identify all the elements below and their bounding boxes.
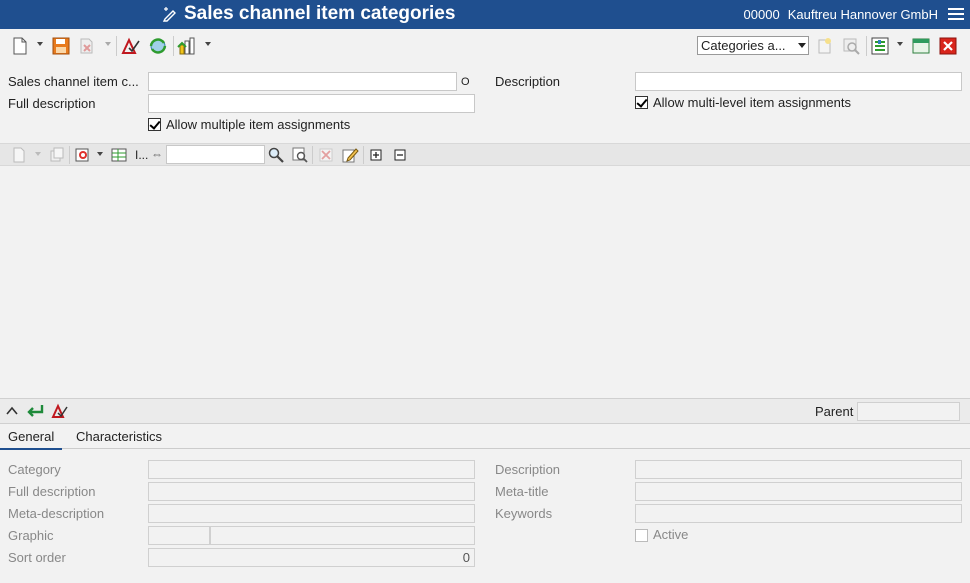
description-field[interactable] [635, 72, 962, 91]
sort-order-field: 0 [148, 548, 475, 567]
settings-icon[interactable] [870, 36, 890, 56]
category-field [148, 460, 475, 479]
new-dropdown-arrow[interactable] [37, 42, 43, 46]
save-icon[interactable] [51, 36, 71, 56]
category-tree[interactable] [0, 166, 970, 398]
parent-field [857, 402, 960, 421]
window-icon[interactable] [911, 36, 931, 56]
tree-new-dropdown-arrow[interactable] [35, 152, 41, 156]
allow-multiple-checkbox[interactable] [148, 118, 161, 131]
tree-indicator-label[interactable]: I... [135, 148, 148, 162]
tree-filter-dropdown-arrow[interactable] [97, 152, 103, 156]
tree-filter-icon[interactable] [73, 145, 93, 165]
allow-multilevel-label: Allow multi-level item assignments [653, 95, 851, 110]
detail-description-field [635, 460, 962, 479]
detail-check-icon[interactable] [50, 401, 70, 421]
tree-new-icon[interactable] [9, 145, 29, 165]
meta-description-field [148, 504, 475, 523]
detail-full-description-label: Full description [8, 484, 96, 499]
hamburger-icon[interactable] [948, 8, 964, 21]
tree-search-icon[interactable] [266, 145, 286, 165]
detail-tabs: General Characteristics [0, 425, 970, 450]
separator [866, 36, 867, 56]
settings-dropdown-arrow[interactable] [897, 42, 903, 46]
keywords-label: Keywords [495, 506, 553, 521]
chevron-down-icon[interactable] [798, 43, 806, 48]
view-select-value: Categories a... [701, 38, 786, 53]
full-description-field[interactable] [148, 94, 475, 113]
graphic-label: Graphic [8, 528, 54, 543]
swap-arrows-icon[interactable]: ⇔ [151, 147, 163, 161]
code-field[interactable] [148, 72, 457, 91]
export-icon[interactable] [177, 36, 197, 56]
allow-multiple-label: Allow multiple item assignments [166, 117, 351, 132]
separator [312, 146, 313, 164]
meta-title-field [635, 482, 962, 501]
chevron-up-icon[interactable] [2, 401, 22, 421]
company-name: Kauftreu Hannover GmbH [787, 7, 938, 22]
full-description-label: Full description [8, 96, 96, 111]
edit-pen-icon [162, 7, 176, 22]
refresh-icon[interactable] [148, 36, 168, 56]
separator [363, 146, 364, 164]
keywords-field [635, 504, 962, 523]
meta-description-label: Meta-description [8, 506, 105, 521]
separator [116, 36, 117, 56]
separator [173, 36, 174, 56]
page-title: Sales channel item categories [184, 3, 456, 24]
tree-search-next-icon[interactable] [290, 145, 310, 165]
tab-characteristics[interactable]: Characteristics [68, 429, 170, 448]
code-label: Sales channel item c... [8, 74, 139, 89]
sort-order-label: Sort order [8, 550, 66, 565]
company-code: 00000 [743, 7, 780, 22]
title-bar: Sales channel item categories 00000 Kauft… [0, 0, 970, 29]
description-label: Description [495, 74, 561, 89]
delete-dropdown-arrow[interactable] [105, 42, 111, 46]
tree-delete-icon[interactable] [316, 145, 336, 165]
new-item-icon[interactable] [815, 36, 835, 56]
tree-edit-icon[interactable] [340, 145, 360, 165]
new-document-icon[interactable] [10, 36, 30, 56]
search-icon[interactable] [841, 36, 861, 56]
parent-label: Parent [815, 404, 854, 419]
expand-all-icon[interactable] [366, 145, 386, 165]
tree-toolbar: I... ⇔ [0, 143, 970, 166]
active-checkbox [635, 529, 648, 542]
graphic-field-long [210, 526, 475, 545]
allow-multilevel-checkbox[interactable] [635, 96, 648, 109]
check-icon[interactable] [121, 36, 141, 56]
detail-full-description-field [148, 482, 475, 501]
code-suffix: O [461, 76, 470, 88]
meta-title-label: Meta-title [495, 484, 549, 499]
export-dropdown-arrow[interactable] [205, 42, 211, 46]
delete-icon[interactable] [77, 36, 97, 56]
view-select[interactable]: Categories a... [697, 36, 809, 55]
tree-search-input[interactable] [166, 145, 265, 164]
tree-copy-icon[interactable] [47, 145, 67, 165]
page-title-wrap: Sales channel item categories [162, 3, 455, 25]
active-label: Active [653, 527, 689, 542]
collapse-all-icon[interactable] [390, 145, 410, 165]
close-icon[interactable] [938, 36, 958, 56]
category-label: Category [8, 462, 61, 477]
tab-general[interactable]: General [0, 429, 63, 450]
return-icon[interactable] [26, 401, 46, 421]
separator [69, 146, 70, 164]
main-toolbar [0, 30, 970, 61]
detail-description-label: Description [495, 462, 561, 477]
detail-toolbar: Parent [0, 398, 970, 424]
company-info[interactable]: 00000 Kauftreu Hannover GmbH [744, 7, 938, 22]
graphic-field-short [148, 526, 210, 545]
tree-table-icon[interactable] [109, 145, 129, 165]
